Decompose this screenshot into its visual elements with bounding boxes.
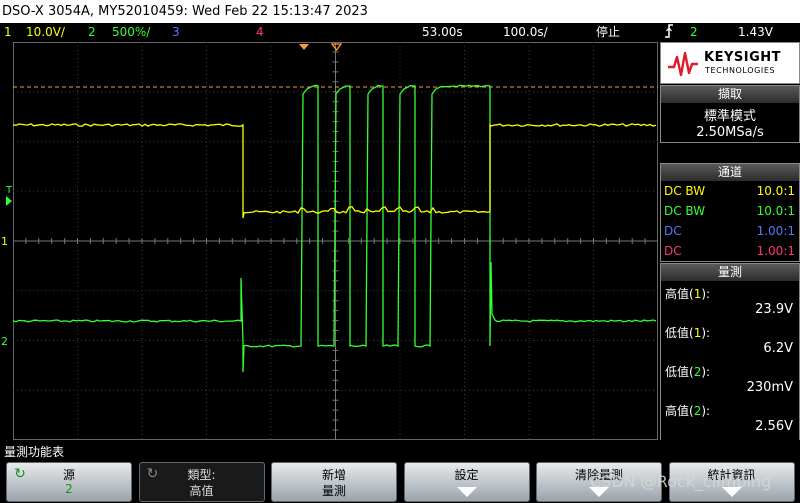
ch1-scale[interactable]: 10.0V/ [26, 23, 65, 42]
channel-probe: 10.0:1 [756, 204, 795, 218]
channel-coupling: DC BW [664, 204, 706, 218]
delay-marker-icon [299, 44, 309, 50]
softkey-value: 2 [65, 482, 73, 496]
measurement-item[interactable]: 低值(2): 230mV [661, 359, 799, 398]
run-state[interactable]: 停止 [596, 23, 620, 42]
trigger-source[interactable]: 2 [690, 23, 698, 42]
ch2-scale[interactable]: 500%/ [112, 23, 150, 42]
channel-coupling: DC BW [664, 184, 706, 198]
watermark: CSDN @Rock_climbing [590, 472, 772, 491]
submenu-arrow-icon [456, 487, 477, 497]
softkey-value: 量測 [321, 484, 346, 498]
horizontal-delay[interactable]: 53.00s [422, 23, 463, 42]
softkey-label: 新增 [321, 468, 346, 482]
acquisition-header: 擷取 [661, 86, 799, 103]
brand-name: KEYSIGHT [704, 50, 781, 65]
keysight-wave-icon [668, 51, 698, 77]
measurement-label: 高值(2): [665, 404, 711, 418]
title-text: DSO-X 3054A, MY52010459: Wed Feb 22 15:1… [2, 4, 368, 19]
ch3-number[interactable]: 3 [172, 23, 180, 42]
softkey-value: 高值 [189, 484, 214, 498]
channel-row-3[interactable]: DC 1.00:1 [661, 221, 799, 241]
measurement-label: 低值(1): [665, 326, 711, 340]
waveform-display[interactable] [6, 41, 659, 441]
menu-title: 量測功能表 [4, 445, 65, 459]
trigger-time-marker-icon [330, 43, 343, 52]
measurement-item[interactable]: 低值(1): 6.2V [661, 320, 799, 359]
source-softkey[interactable]: 源 2 ↻ [6, 462, 132, 502]
marker-gutter: T 1 2 [0, 42, 13, 440]
measurement-label: 低值(2): [665, 365, 711, 379]
measurements-box[interactable]: 量測 高值(1): 23.9V 低值(1): 6.2V 低值(2): 230mV 高值(2)… [660, 263, 800, 441]
entry-knob-icon: ↻ [14, 466, 26, 482]
settings-softkey[interactable]: 設定 [403, 462, 530, 502]
brand-box: KEYSIGHT TECHNOLOGIES [660, 42, 800, 84]
ch4-number[interactable]: 4 [256, 23, 264, 42]
channel-row-4[interactable]: DC 1.00:1 [661, 241, 799, 261]
sample-rate: 2.50MSa/s [696, 125, 764, 140]
timebase[interactable]: 100.0s/ [503, 23, 548, 42]
ch1-ground-marker[interactable]: 1 [1, 235, 8, 248]
measurement-value: 2.56V [755, 419, 793, 434]
trigger-level-marker[interactable]: T [6, 185, 12, 196]
channels-header: 通道 [661, 164, 799, 181]
softkey-label: 設定 [454, 468, 479, 482]
type-softkey[interactable]: 類型: 高值 ↻ [138, 462, 265, 502]
channel-probe: 1.00:1 [756, 224, 795, 238]
channel-row-2[interactable]: DC BW 10.0:1 [661, 201, 799, 221]
brand-sub: TECHNOLOGIES [705, 66, 776, 75]
entry-knob-icon: ↻ [146, 466, 159, 482]
ch1-number[interactable]: 1 [4, 23, 12, 42]
add-measurement-softkey[interactable]: 新增 量測 [271, 462, 397, 502]
measurement-item[interactable]: 高值(1): 23.9V [661, 281, 799, 320]
status-bar: 1 10.0V/ 2 500%/ 3 4 53.00s 100.0s/ 停止 2… [0, 23, 800, 42]
channel-probe: 10.0:1 [756, 184, 795, 198]
trigger-level[interactable]: 1.43V [738, 23, 773, 42]
ch2-number[interactable]: 2 [88, 23, 96, 42]
ch2-trace [12, 84, 657, 373]
channel-row-1[interactable]: DC BW 10.0:1 [661, 181, 799, 201]
measurements-header: 量測 [661, 264, 799, 281]
measurement-value: 230mV [746, 380, 793, 395]
measurement-value: 6.2V [763, 341, 793, 356]
softkey-bar: 量測功能表 源 2 ↻ 類型: 高值 ↻ 新增 量測 設定 清除量測 統計資訊 CSDN @Rock… [0, 440, 800, 503]
right-info-panel: KEYSIGHT TECHNOLOGIES 擷取 標準模式 2.50MSa/s … [660, 42, 800, 441]
acquisition-box[interactable]: 擷取 標準模式 2.50MSa/s [660, 85, 800, 143]
channel-coupling: DC [664, 224, 682, 238]
channels-box[interactable]: 通道 DC BW 10.0:1 DC BW 10.0:1 DC 1.00:1 DC 1.00:… [660, 163, 800, 262]
title-bar: DSO-X 3054A, MY52010459: Wed Feb 22 15:1… [0, 0, 800, 23]
ch2-ground-marker[interactable]: 2 [1, 335, 8, 348]
measurement-value: 23.9V [755, 302, 793, 317]
channel-probe: 1.00:1 [756, 244, 795, 258]
measurement-item[interactable]: 高值(2): 2.56V [661, 398, 799, 437]
measurement-label: 高值(1): [665, 287, 711, 301]
waveform-svg [6, 41, 659, 441]
acquisition-mode: 標準模式 [703, 109, 756, 124]
channel-coupling: DC [664, 244, 682, 258]
trigger-level-arrow-icon [6, 196, 12, 206]
